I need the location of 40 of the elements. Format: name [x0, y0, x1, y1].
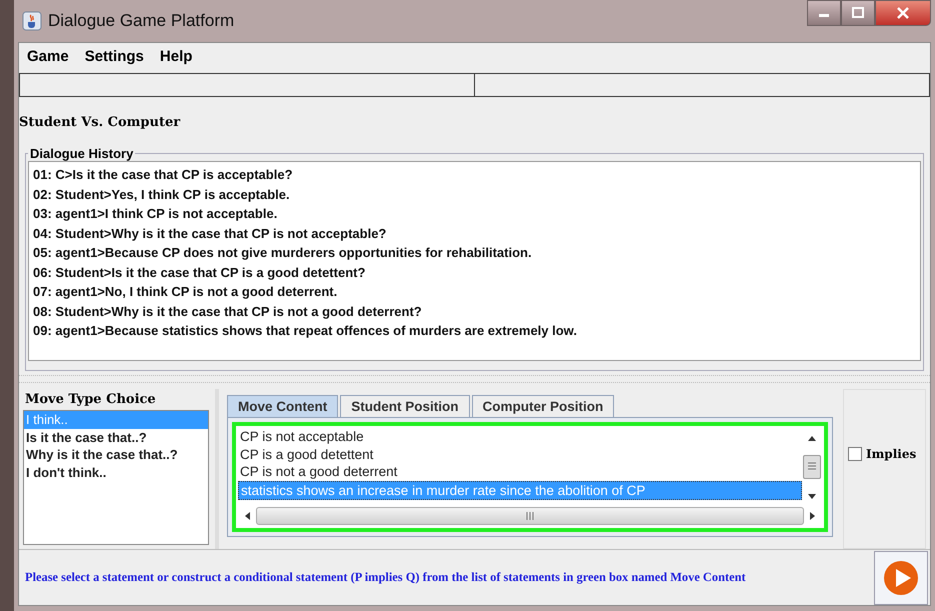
- window-title: Dialogue Game Platform: [48, 11, 234, 31]
- list-item[interactable]: I don't think..: [24, 464, 208, 481]
- grip-icon[interactable]: [807, 460, 817, 471]
- history-line: 05: agent1>Because CP does not give murderers opportunities for rehabilitation.: [33, 244, 533, 262]
- up-arrow-icon[interactable]: [807, 434, 817, 442]
- history-line: 07: agent1>No, I think CP is not a good deterrent.: [33, 283, 338, 301]
- tab[interactable]: Computer Position: [472, 395, 614, 417]
- list-item[interactable]: CP is a good detettent: [238, 446, 802, 463]
- match-label: Student Vs. Computer: [19, 114, 182, 132]
- maximize-button[interactable]: [841, 0, 875, 26]
- history-line: 09: agent1>Because statistics shows that repeat offences of murders are extremely low.: [33, 322, 578, 340]
- list-item[interactable]: Is it the case that..?: [24, 428, 208, 446]
- maximize-icon: [851, 7, 865, 19]
- status-message: Please select a statement or construct a conditional statement (P implies Q) from the list of statements in green box named Move Content: [25, 570, 746, 585]
- tab[interactable]: Move Content: [227, 395, 338, 417]
- panel-title: Dialogue History: [29, 146, 134, 161]
- history-line: 08: Student>Why is it the case that CP is not a good deterrent?: [33, 302, 423, 321]
- down-arrow-icon[interactable]: [807, 492, 817, 500]
- tab[interactable]: Student Position: [340, 395, 470, 417]
- history-line: 01: C>Is it the case that CP is acceptable?: [33, 166, 294, 184]
- close-icon: [895, 6, 911, 20]
- menu-item[interactable]: Settings: [84, 48, 144, 68]
- panel-title: Move Type Choice: [24, 391, 157, 409]
- cup-icon: [22, 11, 42, 31]
- history-line: 04: Student>Why is it the case that CP is not acceptable?: [33, 224, 388, 243]
- minimize-button[interactable]: [807, 0, 841, 26]
- list-item[interactable]: Why is it the case that..?: [24, 446, 208, 464]
- menu-item[interactable]: Game: [27, 48, 69, 68]
- grip-icon[interactable]: [524, 511, 536, 521]
- splitter-handle[interactable]: [19, 375, 930, 383]
- close-button[interactable]: [875, 0, 931, 26]
- history-line: 06: Student>Is it the case that CP is a good detettent?: [33, 264, 366, 282]
- implies-checkbox[interactable]: Implies: [848, 447, 916, 461]
- history-line: 03: agent1>I think CP is not acceptable.: [33, 205, 278, 223]
- list-item[interactable]: CP is not acceptable: [238, 428, 802, 446]
- play-button[interactable]: [874, 550, 928, 604]
- menu-item[interactable]: Help: [160, 48, 192, 68]
- play-icon: [882, 558, 920, 596]
- history-line: 02: Student>Yes, I think CP is acceptable.: [33, 186, 291, 204]
- list-item[interactable]: CP is not a good deterrent: [238, 463, 802, 480]
